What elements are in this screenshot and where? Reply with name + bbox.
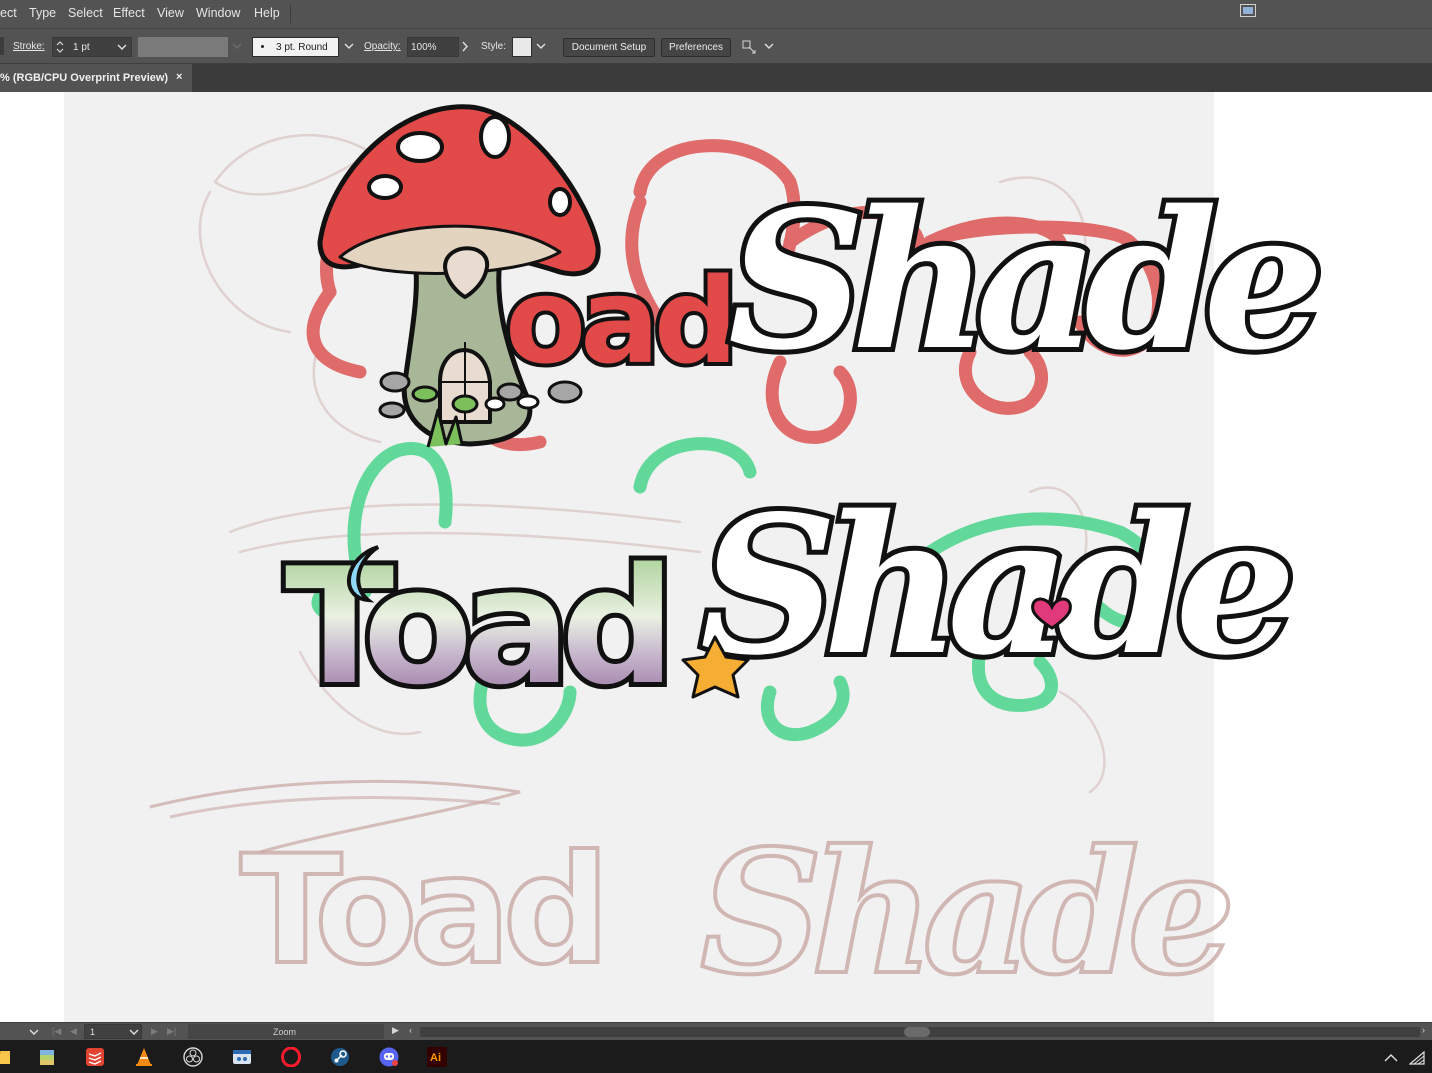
network-icon[interactable] <box>1409 1051 1425 1065</box>
artboard-number-field[interactable]: 1 <box>84 1024 142 1039</box>
todoist-icon[interactable] <box>85 1047 105 1067</box>
chevron-down-icon[interactable] <box>536 43 546 50</box>
top-logo-text: oad Shade <box>501 164 1335 397</box>
discord-icon[interactable] <box>379 1047 399 1067</box>
opera-icon[interactable] <box>281 1047 301 1067</box>
preferences-button[interactable]: Preferences <box>661 38 731 57</box>
illustrator-label: Ai <box>430 1052 441 1064</box>
brush-dot-icon <box>261 45 264 48</box>
menu-separator <box>290 5 291 23</box>
menu-view[interactable]: View <box>157 6 184 20</box>
scroll-left-icon[interactable]: ‹ <box>409 1025 412 1035</box>
control-bar: Stroke: 1 pt 3 pt. Round Opacity: 100% S… <box>0 28 1432 64</box>
document-tab-title: % (RGB/CPU Overprint Preview) <box>0 72 169 84</box>
file-explorer-icon[interactable] <box>0 1047 12 1067</box>
media-app-icon[interactable] <box>232 1047 252 1067</box>
middle-logo-word-toad: Toad <box>285 533 665 720</box>
stroke-stepper-icon[interactable] <box>56 40 64 54</box>
status-info-field[interactable]: Zoom <box>188 1024 384 1039</box>
canvas-area[interactable]: oad Shade Toad Shade Toad Shade <box>0 92 1432 1022</box>
variable-width-profile[interactable] <box>138 37 228 57</box>
opacity-field[interactable]: 100% <box>407 37 459 57</box>
menu-window[interactable]: Window <box>196 6 240 20</box>
archive-app-icon[interactable] <box>37 1047 57 1067</box>
middle-logo-word-shade: Shade <box>700 474 1288 697</box>
stroke-weight-value: 1 pt <box>73 42 90 53</box>
status-bar: |◀ ◀ 1 ▶ ▶| Zoom ▶ ‹ › <box>0 1022 1432 1040</box>
sketch-word-toad: Toad <box>240 824 602 998</box>
chevron-down-icon[interactable] <box>764 43 774 50</box>
brush-definition-field[interactable]: 3 pt. Round <box>252 37 339 57</box>
first-artboard-icon[interactable]: |◀ <box>52 1026 61 1037</box>
sketch-logo: Toad Shade <box>149 779 1242 1015</box>
middle-logo: Toad Shade <box>280 469 1307 725</box>
sketch-word-shade: Shade <box>700 813 1228 1013</box>
graphic-style-swatch[interactable] <box>512 37 532 57</box>
document-setup-button[interactable]: Document Setup <box>563 38 655 57</box>
last-artboard-icon[interactable]: ▶| <box>167 1026 176 1037</box>
show-hidden-icons-icon[interactable] <box>1384 1054 1398 1062</box>
windows-taskbar: Ai <box>0 1040 1432 1073</box>
style-label: Style: <box>481 41 507 52</box>
scroll-right-icon[interactable]: › <box>1422 1025 1425 1035</box>
panel-grip[interactable] <box>0 37 4 55</box>
steam-icon[interactable] <box>330 1047 350 1067</box>
chevron-down-icon[interactable] <box>344 43 354 50</box>
chevron-down-icon[interactable] <box>129 1029 139 1036</box>
horizontal-scroll-thumb[interactable] <box>904 1027 930 1037</box>
chevron-right-icon[interactable] <box>462 41 469 52</box>
document-tab[interactable]: % (RGB/CPU Overprint Preview) × <box>0 64 192 92</box>
chevron-down-icon[interactable] <box>29 1029 39 1036</box>
opacity-label[interactable]: Opacity: <box>364 41 401 52</box>
menu-help[interactable]: Help <box>254 6 280 20</box>
artwork: oad Shade Toad Shade Toad Shade <box>149 104 1335 1015</box>
illustrator-icon[interactable]: Ai <box>427 1047 447 1067</box>
document-tab-strip: % (RGB/CPU Overprint Preview) × <box>0 64 1432 92</box>
horizontal-scrollbar[interactable] <box>420 1027 1420 1037</box>
chevron-down-icon[interactable] <box>232 43 242 50</box>
menu-object[interactable]: ect <box>0 6 17 20</box>
status-zoom-label: Zoom <box>273 1027 297 1037</box>
align-to-icon[interactable] <box>741 39 757 55</box>
artboard-number-value: 1 <box>90 1027 96 1037</box>
menu-select[interactable]: Select <box>68 6 103 20</box>
chevron-down-icon[interactable] <box>117 44 127 51</box>
menu-type[interactable]: Type <box>29 6 56 20</box>
stroke-weight-field[interactable]: 1 pt <box>52 37 132 57</box>
menu-bar: ect Type Select Effect View Window Help <box>0 0 1432 28</box>
top-logo-word-shade: Shade <box>728 169 1316 392</box>
arrange-documents-icon[interactable] <box>1240 4 1256 17</box>
status-menu-icon[interactable]: ▶ <box>392 1025 399 1036</box>
menu-effect[interactable]: Effect <box>113 6 145 20</box>
next-artboard-icon[interactable]: ▶ <box>151 1026 158 1037</box>
previous-artboard-icon[interactable]: ◀ <box>70 1026 77 1037</box>
obs-icon[interactable] <box>183 1047 203 1067</box>
stroke-label[interactable]: Stroke: <box>13 41 45 52</box>
vlc-icon[interactable] <box>134 1047 154 1067</box>
top-logo-word-oad: oad <box>505 252 732 390</box>
brush-definition-value: 3 pt. Round <box>276 42 328 53</box>
opacity-value: 100% <box>411 42 437 53</box>
close-tab-icon[interactable]: × <box>176 71 182 83</box>
